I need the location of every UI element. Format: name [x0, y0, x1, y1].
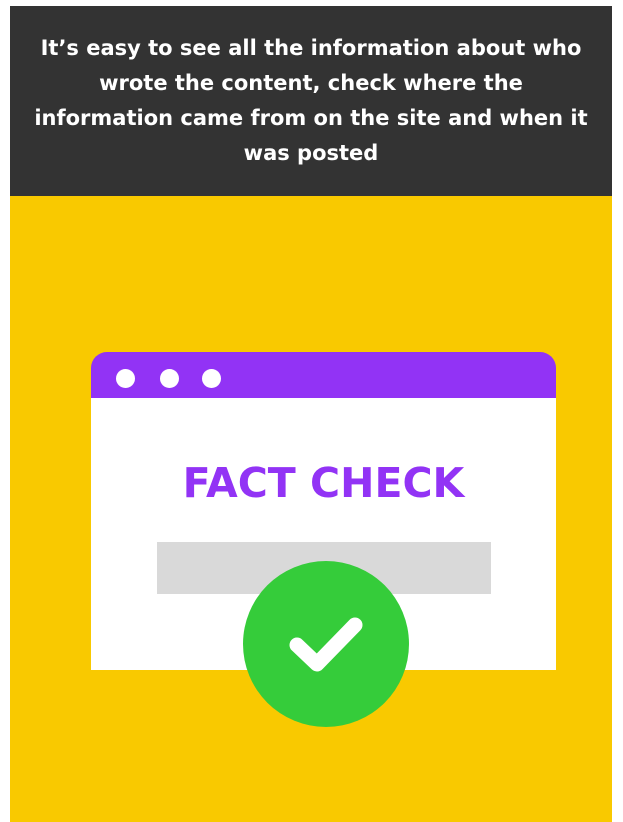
fact-check-title: FACT CHECK — [182, 459, 465, 507]
window-dot-icon — [160, 369, 179, 388]
header-banner: It’s easy to see all the information abo… — [10, 6, 612, 196]
header-text: It’s easy to see all the information abo… — [34, 36, 588, 165]
check-badge — [243, 561, 409, 727]
checkmark-icon — [289, 617, 363, 672]
browser-title-bar — [91, 352, 556, 398]
window-dot-icon — [202, 369, 221, 388]
window-dot-icon — [116, 369, 135, 388]
fact-check-card: It’s easy to see all the information abo… — [10, 6, 612, 822]
